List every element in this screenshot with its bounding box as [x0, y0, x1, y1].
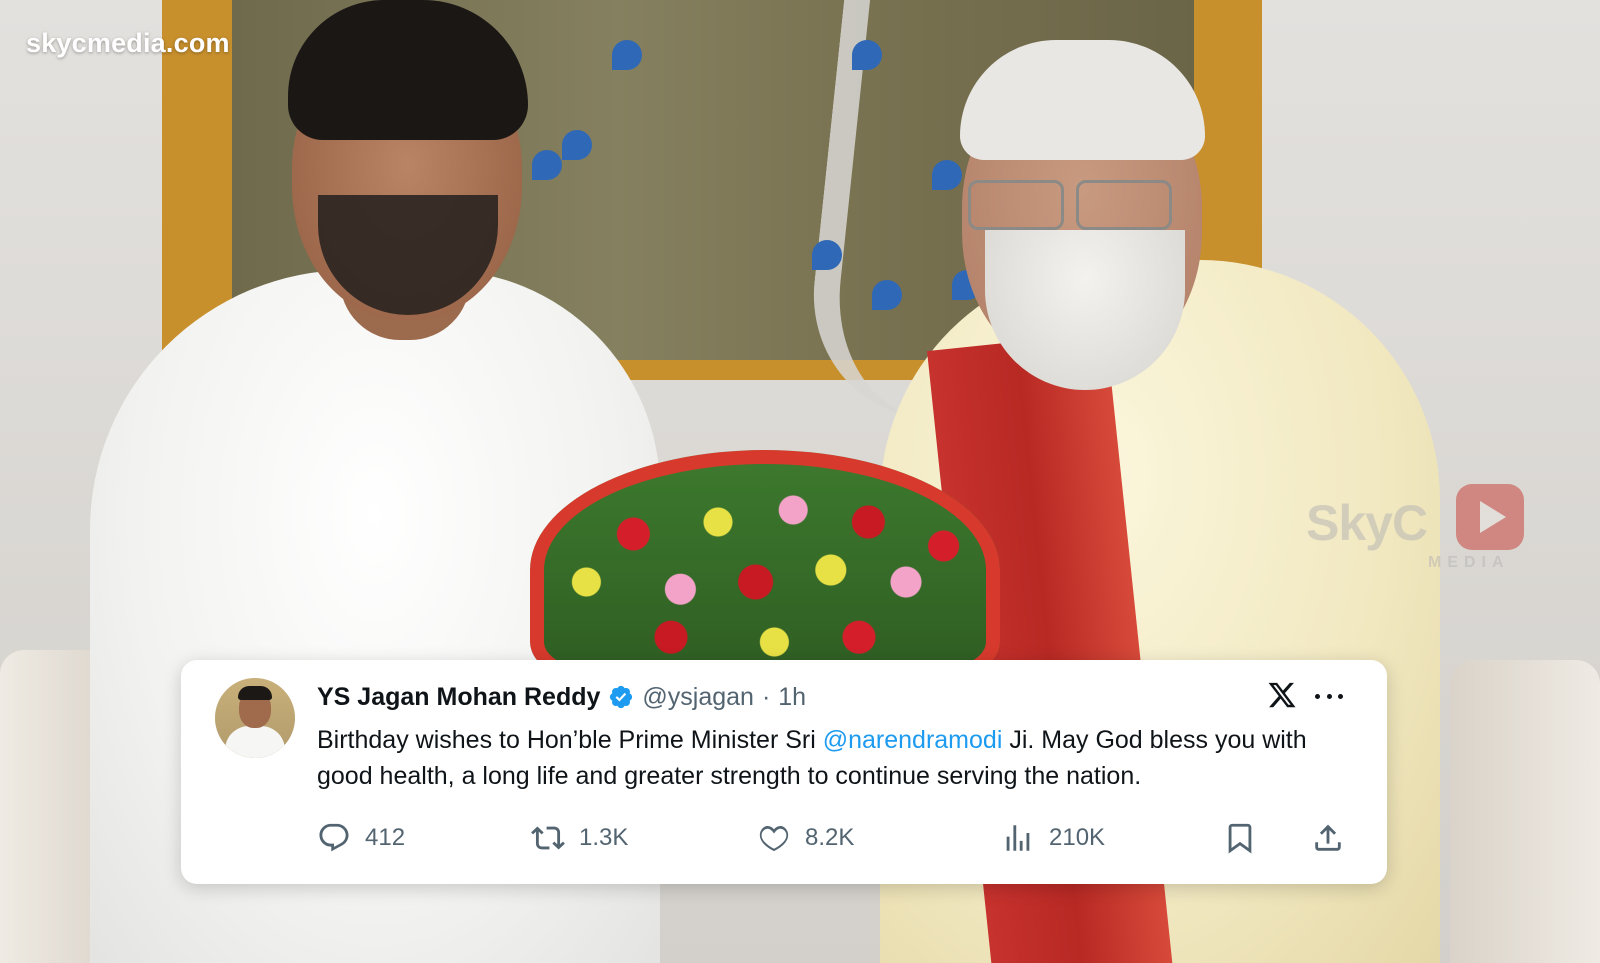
flower-bouquet: [530, 450, 1000, 690]
tweet-header: YS Jagan Mohan Reddy @ysjagan · 1h: [317, 680, 806, 714]
repost-count: 1.3K: [579, 824, 629, 851]
reply-icon: [319, 823, 349, 852]
handle[interactable]: @ysjagan: [642, 683, 754, 712]
sofa-right: [1450, 660, 1600, 963]
brand-logo: SkyC MEDIA: [1306, 484, 1536, 574]
tweet-card[interactable]: YS Jagan Mohan Reddy @ysjagan · 1h Birth…: [181, 660, 1387, 884]
wall-art-leaf: [562, 130, 592, 160]
separator-dot: ·: [761, 682, 771, 711]
repost-button[interactable]: 1.3K: [531, 816, 628, 860]
repost-icon: [531, 826, 565, 850]
wall-art-leaf: [872, 280, 902, 310]
brand-logo-text: SkyC: [1306, 495, 1428, 551]
display-name[interactable]: YS Jagan Mohan Reddy: [317, 683, 600, 712]
site-watermark: skycmedia.com: [26, 28, 230, 58]
views-chart-icon: [1006, 825, 1030, 851]
bookmark-button[interactable]: [1223, 816, 1257, 860]
wall-art-leaf: [932, 160, 962, 190]
wall-art-leaf: [812, 240, 842, 270]
timestamp[interactable]: 1h: [778, 683, 806, 712]
wall-art-leaf: [852, 40, 882, 70]
bookmark-icon: [1228, 823, 1252, 854]
tweet-text-start: Birthday wishes to Hon’ble Prime Ministe…: [317, 726, 823, 754]
reply-button[interactable]: 412: [317, 816, 405, 860]
heart-icon: [759, 825, 789, 852]
like-count: 8.2K: [805, 824, 855, 851]
share-button[interactable]: [1311, 816, 1345, 860]
wall-art-leaf: [532, 150, 562, 180]
views-button[interactable]: 210K: [1001, 816, 1105, 860]
tweet-text: Birthday wishes to Hon’ble Prime Ministe…: [317, 722, 1357, 794]
like-button[interactable]: 8.2K: [757, 816, 854, 860]
glasses: [968, 180, 1172, 230]
tweet-actions: 412 1.3K 8.2K 210K: [317, 816, 1357, 860]
share-icon: [1315, 824, 1341, 851]
wall-art-leaf: [612, 40, 642, 70]
avatar[interactable]: [215, 678, 295, 758]
verified-badge-icon: [610, 685, 633, 709]
reply-count: 412: [365, 824, 406, 851]
brand-logo-subtext: MEDIA: [1428, 554, 1510, 571]
more-options-icon[interactable]: [1313, 684, 1345, 708]
x-logo-icon[interactable]: [1267, 680, 1297, 710]
play-icon: [1456, 484, 1524, 550]
views-count: 210K: [1049, 824, 1106, 851]
mention-link[interactable]: @narendramodi: [823, 726, 1003, 754]
